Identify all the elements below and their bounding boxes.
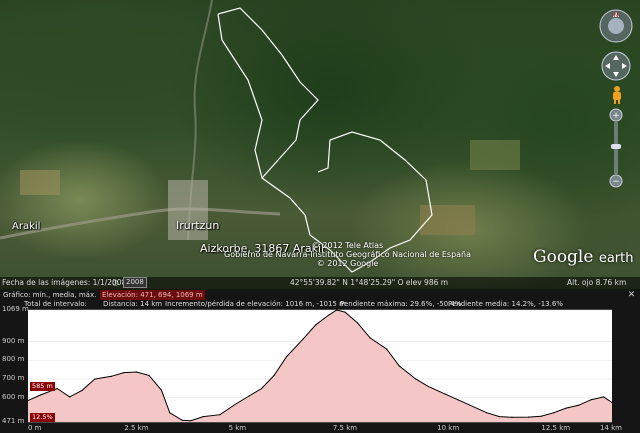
profile-point <box>123 371 125 374</box>
place-label-irurtzun[interactable]: Irurtzun <box>176 219 219 232</box>
place-label-arakil[interactable]: Arakil <box>12 221 40 232</box>
clock-icon[interactable]: ◷ <box>112 277 119 289</box>
status-bar: Fecha de las imágenes: 1/1/2008 ◷ 2008 4… <box>0 277 640 289</box>
field <box>470 140 520 170</box>
profile-point <box>540 415 542 417</box>
profile-point <box>219 414 221 416</box>
profile-point <box>110 375 113 377</box>
profile-point <box>457 399 459 401</box>
y-tick-label: 1069 m <box>2 305 29 313</box>
pegman-icon[interactable] <box>610 85 624 105</box>
profile-point <box>565 407 567 409</box>
profile-point <box>261 387 263 390</box>
current-slope-tag: 12.5% <box>30 413 55 422</box>
move-compass-icon[interactable] <box>600 50 632 82</box>
imagery-date: Fecha de las imágenes: 1/1/2008 <box>2 278 127 287</box>
y-tick-label: 700 m <box>2 374 25 383</box>
elevation-chart[interactable] <box>0 289 640 433</box>
profile-point <box>181 419 183 421</box>
profile-point <box>336 309 338 311</box>
profile-point <box>190 420 192 422</box>
zoom-slider-icon[interactable]: + − <box>609 108 623 188</box>
svg-text:−: − <box>612 177 620 187</box>
profile-point <box>415 378 417 380</box>
map-view[interactable]: Irurtzun Arakil Aizkorbe, 31867 Arakil ©… <box>0 0 640 289</box>
profile-point <box>235 402 238 405</box>
profile-point <box>527 416 530 418</box>
profile-point <box>94 378 96 380</box>
profile-point <box>356 322 359 324</box>
profile-point <box>169 412 171 414</box>
profile-point <box>511 416 513 418</box>
logo-suffix: earth <box>598 251 634 266</box>
profile-point <box>202 415 204 418</box>
imagery-year-button[interactable]: 2008 <box>123 277 147 288</box>
attribution-line: © 2012 Tele Atlas <box>311 241 384 250</box>
profile-point <box>248 395 250 397</box>
profile-point <box>315 324 317 326</box>
map-attribution: © 2012 Tele Atlas Gobierno de Navarra-In… <box>224 241 471 268</box>
svg-text:N: N <box>614 12 619 19</box>
profile-point <box>344 311 346 313</box>
y-tick-label: 471 m <box>2 417 25 425</box>
profile-point <box>39 394 42 396</box>
profile-point <box>56 387 58 390</box>
profile-point <box>69 396 71 398</box>
x-tick-label: 10 km <box>437 424 460 432</box>
attribution-line: Gobierno de Navarra-Instituto Geográfico… <box>224 250 472 259</box>
highway <box>0 207 281 240</box>
profile-point <box>444 393 446 395</box>
profile-point <box>498 415 500 418</box>
profile-point <box>398 365 400 367</box>
y-tick-label: 600 m <box>2 392 25 401</box>
x-tick-label: 5 km <box>228 424 247 432</box>
profile-point <box>611 401 613 404</box>
x-tick-label: 0 m <box>28 424 42 432</box>
cursor-coordinates: 42°55'39.82" N 1°48'25.29" O elev 986 m <box>290 278 449 287</box>
profile-point <box>81 389 83 391</box>
profile-point <box>302 338 304 340</box>
logo-text: Google <box>533 247 594 267</box>
x-tick-label: 12.5 km <box>541 424 571 432</box>
profile-point <box>27 400 29 402</box>
profile-point <box>386 348 388 350</box>
profile-point <box>273 374 275 376</box>
profile-point <box>553 412 555 414</box>
profile-point <box>578 404 580 406</box>
route-track[interactable] <box>217 7 433 273</box>
profile-point <box>486 412 488 414</box>
profile-point <box>160 389 163 391</box>
svg-text:+: + <box>612 111 620 121</box>
x-tick-label: 14 km <box>600 424 623 432</box>
attribution-line: © 2012 Google <box>316 259 379 268</box>
profile-point <box>327 314 329 317</box>
y-tick-label: 900 m <box>2 336 25 345</box>
profile-point <box>590 399 592 401</box>
profile-point <box>286 356 288 358</box>
current-elevation-tag: 585 m <box>30 382 55 391</box>
profile-point <box>148 374 150 376</box>
y-tick-label: 800 m <box>2 355 25 364</box>
eye-altitude: Alt. ojo 8.76 km <box>567 278 627 287</box>
profile-point <box>603 396 605 398</box>
field <box>20 170 60 195</box>
profile-point <box>469 404 471 406</box>
google-earth-logo: Google earth <box>533 247 634 267</box>
look-compass-icon[interactable]: N <box>598 8 634 44</box>
profile-point <box>135 371 138 373</box>
x-tick-label: 2.5 km <box>124 424 149 432</box>
x-tick-label: 7.5 km <box>332 424 358 432</box>
profile-point <box>427 386 430 388</box>
profile-point <box>369 337 371 339</box>
elevation-profile-panel: Gráfico: mín., media, máx. Elevación: 47… <box>0 289 640 433</box>
